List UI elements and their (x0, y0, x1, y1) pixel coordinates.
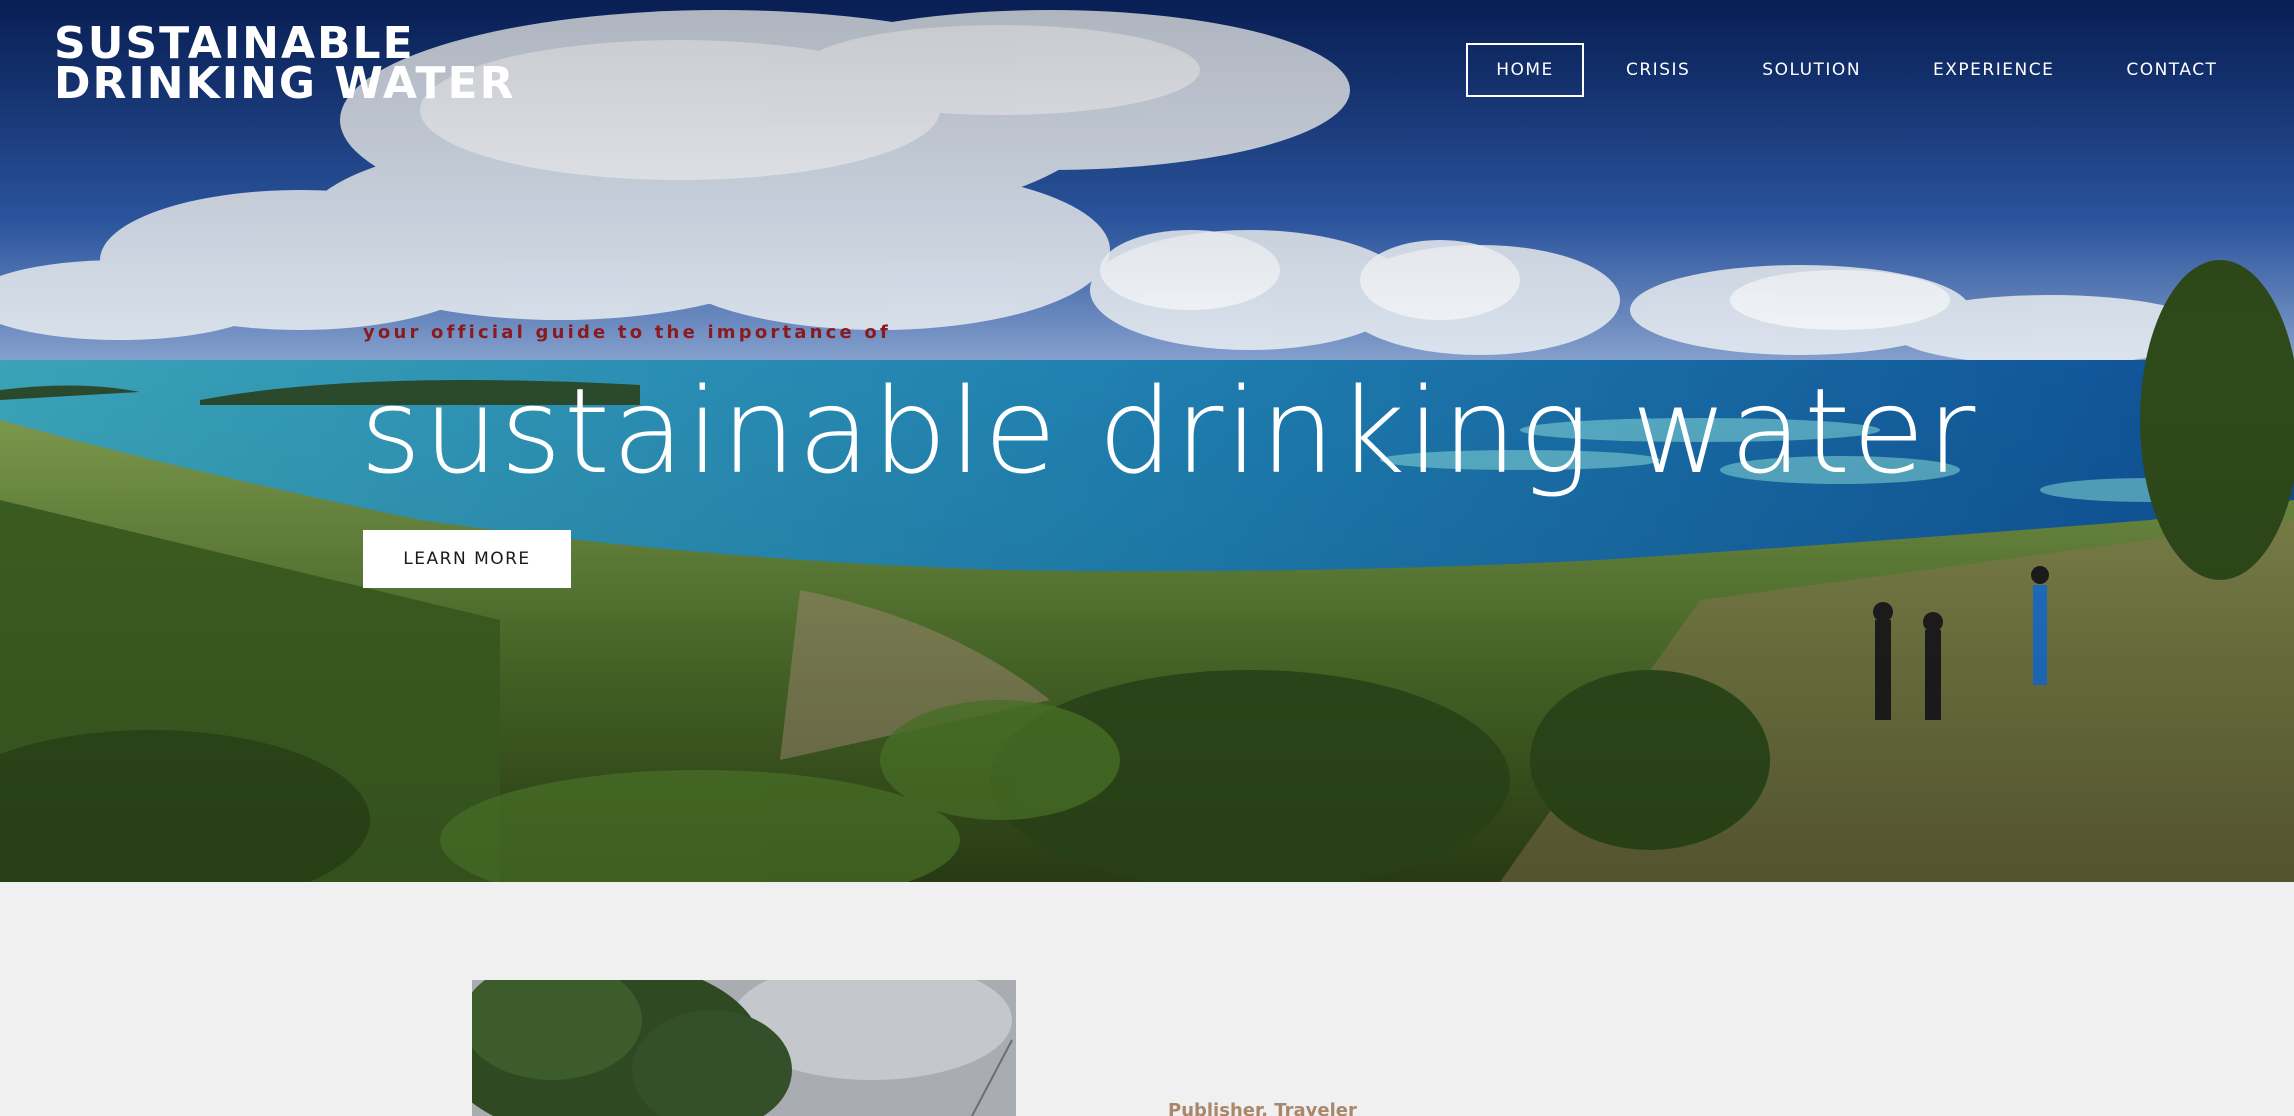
hero-headline: sustainable drinking water (360, 362, 1978, 500)
about-section: Publisher, Traveler (0, 882, 2294, 1116)
hero-tagline: your official guide to the importance of (363, 322, 891, 343)
site-title-line2: DRINKING WATER (54, 58, 516, 109)
nav-experience[interactable]: EXPERIENCE (1933, 43, 2054, 97)
hero-section: SUSTAINABLE DRINKING WATER HOME CRISIS S… (0, 0, 2294, 882)
nav-solution[interactable]: SOLUTION (1762, 43, 1861, 97)
learn-more-button[interactable]: LEARN MORE (363, 530, 571, 588)
author-role: Publisher, Traveler (1168, 1100, 1357, 1116)
about-photo (472, 980, 1016, 1116)
site-title[interactable]: SUSTAINABLE DRINKING WATER (54, 22, 516, 109)
nav-contact[interactable]: CONTACT (2126, 43, 2217, 97)
nav-crisis[interactable]: CRISIS (1626, 43, 1690, 97)
main-nav: HOME CRISIS SOLUTION EXPERIENCE CONTACT (1466, 43, 2217, 97)
nav-home[interactable]: HOME (1466, 43, 1584, 97)
tree-photo-image (472, 980, 1016, 1116)
